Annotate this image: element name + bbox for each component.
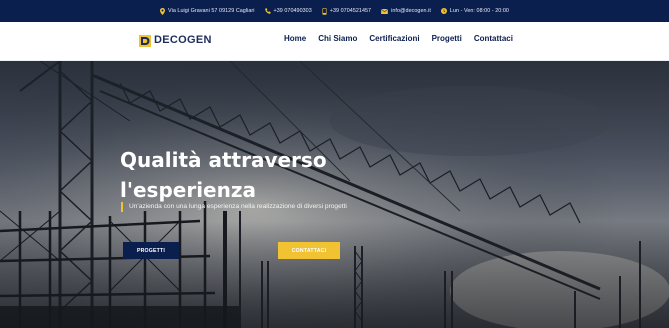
- top-info-bar: Via Luigi Gravani 57 09129 Cagliari +39 …: [0, 0, 669, 22]
- clock-icon: [440, 8, 447, 14]
- mail-icon: [381, 8, 389, 14]
- logo-text[interactable]: DECOGEN: [154, 34, 212, 46]
- nav-item-progetti[interactable]: Progetti: [432, 34, 462, 43]
- phone1-text[interactable]: +39 070490303: [274, 8, 312, 14]
- hero-subtitle: Un'azienda con una lunga esperienza nell…: [121, 202, 347, 212]
- mobile-info[interactable]: +39 0704521457: [322, 7, 371, 15]
- mobile-icon: [322, 7, 327, 15]
- phone2-text[interactable]: +39 0704521457: [330, 8, 371, 14]
- hero-title: Qualità attraverso l'esperienza: [120, 145, 420, 205]
- hero-title-line-2: l'esperienza: [120, 178, 256, 202]
- hero-section: Qualità attraverso l'esperienza Un'azien…: [0, 61, 669, 328]
- address-text: Via Luigi Gravani 57 09129 Cagliari: [168, 8, 255, 14]
- email-text[interactable]: info@decogen.it: [391, 8, 431, 14]
- progetti-button[interactable]: PROGETTI: [123, 242, 179, 259]
- email-info[interactable]: info@decogen.it: [381, 8, 431, 14]
- main-nav: Home Chi Siamo Certificazioni Progetti C…: [284, 34, 513, 43]
- hero-title-line-1: Qualità attraverso: [120, 148, 327, 172]
- phone-info[interactable]: +39 070490303: [264, 8, 312, 14]
- hours-info: Lun - Ven: 08:00 - 20:00: [440, 8, 509, 14]
- nav-item-certificazioni[interactable]: Certificazioni: [369, 34, 419, 43]
- nav-item-contattaci[interactable]: Contattaci: [474, 34, 513, 43]
- hours-text: Lun - Ven: 08:00 - 20:00: [449, 8, 509, 14]
- site-logo[interactable]: DECOGEN: [139, 33, 212, 47]
- logo-mark-icon: [139, 34, 151, 47]
- address-info: Via Luigi Gravani 57 09129 Cagliari: [160, 7, 255, 15]
- location-pin-icon: [160, 7, 166, 15]
- nav-item-home[interactable]: Home: [284, 34, 306, 43]
- nav-item-chi-siamo[interactable]: Chi Siamo: [318, 34, 357, 43]
- phone-icon: [264, 8, 271, 14]
- contattaci-button[interactable]: CONTATTACI: [278, 242, 340, 259]
- main-navbar: DECOGEN Home Chi Siamo Certificazioni Pr…: [0, 22, 669, 61]
